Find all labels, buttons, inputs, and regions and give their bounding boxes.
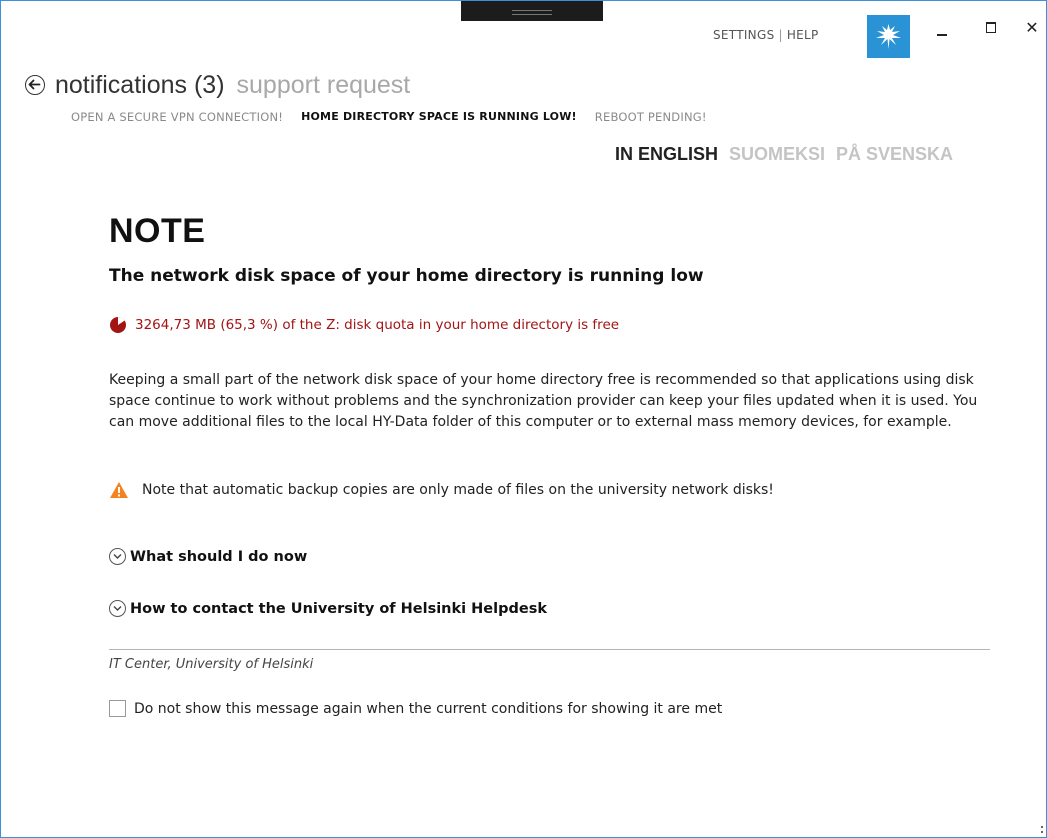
chevron-down-icon bbox=[109, 600, 126, 617]
topbar-links: SETTINGS | HELP bbox=[713, 28, 819, 42]
close-icon: ✕ bbox=[1025, 18, 1039, 37]
tab-vpn-connection[interactable]: OPEN A SECURE VPN CONNECTION! bbox=[71, 110, 283, 124]
grip-icon bbox=[512, 10, 552, 15]
header: notifications (3) support request bbox=[25, 67, 410, 103]
chevron-down-icon bbox=[109, 548, 126, 565]
message-description: Keeping a small part of the network disk… bbox=[109, 372, 978, 430]
window-drag-handle[interactable] bbox=[461, 1, 603, 21]
divider bbox=[109, 649, 990, 650]
expander-contact-helpdesk[interactable]: How to contact the University of Helsink… bbox=[109, 600, 547, 617]
settings-link[interactable]: SETTINGS bbox=[713, 28, 774, 42]
page-title: notifications (3) bbox=[55, 70, 225, 99]
pie-chart-icon bbox=[110, 317, 126, 333]
minimize-button[interactable] bbox=[927, 18, 957, 38]
resize-grip-icon[interactable] bbox=[1035, 826, 1043, 834]
close-button[interactable]: ✕ bbox=[1017, 18, 1046, 38]
message-subtitle: The network disk space of your home dire… bbox=[109, 266, 704, 286]
quota-status: 3264,73 MB (65,3 %) of the Z: disk quota… bbox=[109, 316, 619, 334]
notification-tabs: OPEN A SECURE VPN CONNECTION! HOME DIREC… bbox=[71, 110, 725, 124]
help-link[interactable]: HELP bbox=[787, 28, 819, 42]
language-selector: IN ENGLISH SUOMEKSI PÅ SVENSKA bbox=[615, 144, 953, 165]
warning-text: Note that automatic backup copies are on… bbox=[142, 482, 774, 498]
tab-reboot-pending[interactable]: REBOOT PENDING! bbox=[595, 110, 707, 124]
expander-label: What should I do now bbox=[130, 548, 308, 565]
expander-label: How to contact the University of Helsink… bbox=[130, 600, 547, 617]
warning-icon bbox=[110, 482, 128, 498]
app-window: SETTINGS | HELP ✕ notifications (3) suppor… bbox=[0, 0, 1047, 838]
lang-english[interactable]: IN ENGLISH bbox=[615, 144, 718, 165]
topbar-separator: | bbox=[778, 28, 783, 42]
quota-text: 3264,73 MB (65,3 %) of the Z: disk quota… bbox=[135, 317, 620, 333]
university-logo bbox=[867, 15, 910, 58]
dont-show-again-option[interactable]: Do not show this message again when the … bbox=[109, 700, 722, 717]
expander-what-to-do[interactable]: What should I do now bbox=[109, 548, 307, 565]
university-logo-icon bbox=[876, 24, 901, 49]
message-content: NOTE The network disk space of your home… bbox=[109, 211, 989, 617]
maximize-button[interactable] bbox=[976, 18, 1006, 38]
minimize-icon bbox=[937, 34, 947, 36]
note-title: NOTE bbox=[109, 212, 206, 250]
dont-show-again-checkbox[interactable] bbox=[109, 700, 126, 717]
support-request-link[interactable]: support request bbox=[237, 71, 411, 100]
footer-signature: IT Center, University of Helsinki bbox=[109, 657, 314, 672]
back-button[interactable] bbox=[25, 75, 45, 95]
lang-finnish[interactable]: SUOMEKSI bbox=[729, 144, 825, 165]
back-arrow-icon bbox=[28, 79, 41, 90]
lang-swedish[interactable]: PÅ SVENSKA bbox=[836, 144, 953, 165]
maximize-icon bbox=[986, 22, 996, 33]
checkbox-label: Do not show this message again when the … bbox=[134, 700, 723, 717]
tab-home-directory-space[interactable]: HOME DIRECTORY SPACE IS RUNNING LOW! bbox=[301, 110, 577, 124]
backup-warning: Note that automatic backup copies are on… bbox=[109, 481, 774, 499]
